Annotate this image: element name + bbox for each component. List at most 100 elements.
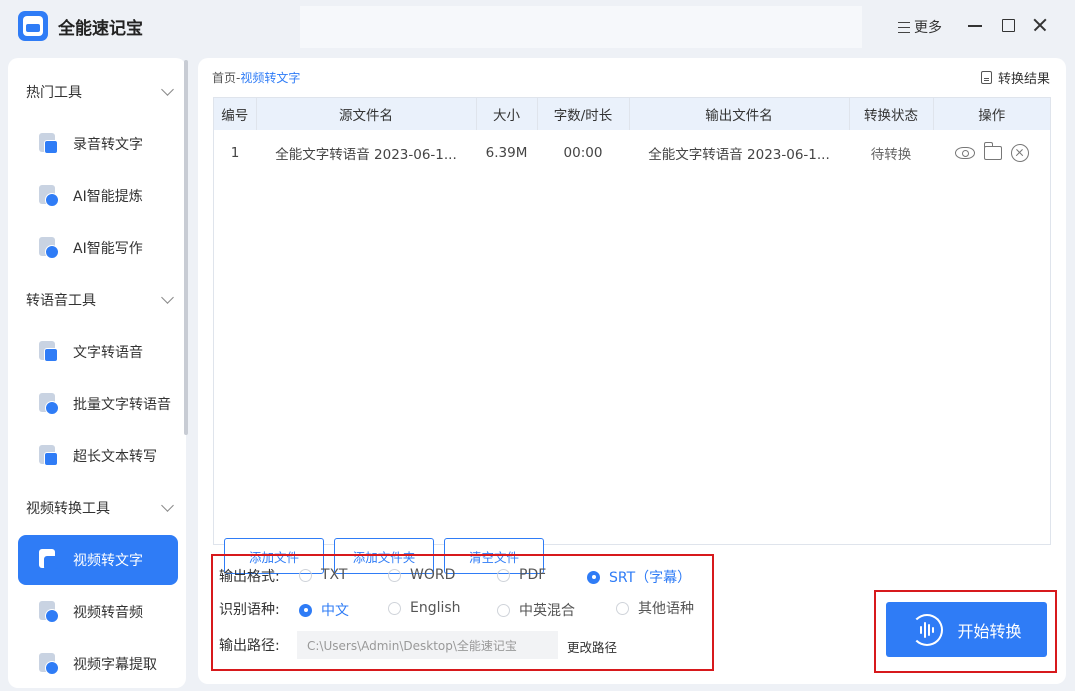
sidebar-group-hot-tools[interactable]: 热门工具 <box>26 80 176 104</box>
change-path-button[interactable]: 更改路径 <box>567 637 617 656</box>
minimize-button[interactable] <box>966 16 984 34</box>
ai-extract-icon <box>38 185 60 207</box>
sidebar-item-label: AI智能提炼 <box>73 189 143 205</box>
long-text-icon <box>38 445 60 467</box>
sidebar: 热门工具 录音转文字 AI智能提炼 AI智能写作 转语音工具 文字转语音 批量文… <box>8 58 186 688</box>
more-button[interactable]: 更多 <box>898 17 942 37</box>
sidebar-item-video-to-audio[interactable]: 视频转音频 <box>18 587 178 637</box>
radio-label: English <box>410 600 461 616</box>
sidebar-scrollbar[interactable] <box>184 60 188 435</box>
file-table: 编号 源文件名 大小 字数/时长 输出文件名 转换状态 操作 1 全能文字转语音… <box>213 97 1051 574</box>
radio-dot <box>497 603 510 617</box>
document-icon <box>980 71 992 84</box>
sound-wave-icon <box>911 613 944 646</box>
sidebar-item-label: 视频转文字 <box>73 553 143 569</box>
sidebar-group-label: 热门工具 <box>26 85 82 101</box>
language-radio-mixed[interactable]: 中英混合 <box>497 600 575 620</box>
sidebar-item-subtitle-extract[interactable]: 视频字幕提取 <box>18 639 178 688</box>
sidebar-item-label: AI智能写作 <box>73 241 143 257</box>
chevron-down-icon <box>161 291 174 304</box>
radio-dot <box>616 601 629 615</box>
app-logo-icon <box>18 11 48 41</box>
sidebar-item-video-to-text[interactable]: 视频转文字 <box>18 535 178 585</box>
header-duration: 字数/时长 <box>537 98 630 130</box>
table-header-row: 编号 源文件名 大小 字数/时长 输出文件名 转换状态 操作 <box>214 98 1050 130</box>
radio-label: 其他语种 <box>638 601 694 617</box>
sidebar-item-ai-extract[interactable]: AI智能提炼 <box>18 171 178 221</box>
sidebar-item-label: 视频转音频 <box>73 605 143 621</box>
radio-label: TXT <box>321 567 348 583</box>
breadcrumb-home[interactable]: 首页 <box>212 71 236 85</box>
conversion-options: 输出格式: TXT WORD PDF SRT（字幕） 识别语种: 中文 Engl… <box>211 554 714 671</box>
remove-circle-x-icon[interactable] <box>1010 144 1029 162</box>
start-button-highlight: 开始转换 <box>874 590 1057 673</box>
sidebar-group-tts-tools[interactable]: 转语音工具 <box>26 288 176 312</box>
sidebar-item-audio-to-text[interactable]: 录音转文字 <box>18 119 178 169</box>
format-radio-srt[interactable]: SRT（字幕） <box>587 567 691 587</box>
maximize-button[interactable] <box>999 16 1017 34</box>
cell-output: 全能文字转语音 2023-06-1... <box>648 147 830 163</box>
radio-label: 中文 <box>321 603 349 619</box>
language-radio-chinese[interactable]: 中文 <box>299 600 349 620</box>
start-conversion-button[interactable]: 开始转换 <box>886 602 1047 657</box>
sidebar-item-text-to-speech[interactable]: 文字转语音 <box>18 327 178 377</box>
preview-eye-icon[interactable] <box>954 147 975 159</box>
radio-dot <box>497 568 510 582</box>
close-window-button[interactable] <box>1031 16 1049 34</box>
chevron-down-icon <box>161 499 174 512</box>
video-to-text-icon <box>38 549 60 571</box>
sidebar-item-label: 超长文本转写 <box>73 449 157 465</box>
sidebar-item-long-text[interactable]: 超长文本转写 <box>18 431 178 481</box>
start-button-label: 开始转换 <box>957 621 1022 641</box>
header-actions: 操作 <box>978 108 1006 124</box>
language-radio-english[interactable]: English <box>388 600 461 616</box>
radio-label: SRT（字幕） <box>609 570 692 586</box>
radio-dot <box>299 568 312 582</box>
chevron-down-icon <box>161 83 174 96</box>
audio-to-text-icon <box>38 133 60 155</box>
subtitle-extract-icon <box>38 653 60 675</box>
header-output: 输出文件名 <box>629 98 850 130</box>
cell-no: 1 <box>230 145 240 161</box>
radio-dot <box>388 601 401 615</box>
header-source: 源文件名 <box>256 98 477 130</box>
table-row[interactable]: 1 全能文字转语音 2023-06-1... 6.39M 00:00 全能文字转… <box>214 130 1050 176</box>
cell-duration: 00:00 <box>563 145 603 161</box>
sidebar-item-label: 录音转文字 <box>73 137 143 153</box>
sidebar-group-label: 视频转换工具 <box>26 501 110 517</box>
text-to-speech-icon <box>38 341 60 363</box>
radio-label: 中英混合 <box>519 603 575 619</box>
format-label: 输出格式: <box>219 569 280 585</box>
conversion-results-link[interactable]: 转换结果 <box>980 68 1050 87</box>
sidebar-group-video-tools[interactable]: 视频转换工具 <box>26 496 176 520</box>
breadcrumb: 首页-视频转文字 <box>212 69 300 86</box>
cell-size: 6.39M <box>485 145 528 161</box>
ai-writing-icon <box>38 237 60 259</box>
path-label: 输出路径: <box>219 638 280 654</box>
conversion-results-label: 转换结果 <box>997 72 1050 87</box>
format-radio-pdf[interactable]: PDF <box>497 567 546 583</box>
sidebar-item-label: 文字转语音 <box>73 345 143 361</box>
more-label: 更多 <box>914 20 942 36</box>
title-drag-area[interactable] <box>300 6 862 48</box>
sidebar-item-ai-writing[interactable]: AI智能写作 <box>18 223 178 273</box>
format-radio-word[interactable]: WORD <box>388 567 455 583</box>
batch-tts-icon <box>38 393 60 415</box>
cell-source: 全能文字转语音 2023-06-1... <box>275 147 457 163</box>
radio-label: PDF <box>519 567 547 583</box>
header-no: 编号 <box>214 98 257 130</box>
radio-dot <box>299 603 312 617</box>
radio-dot <box>388 568 401 582</box>
sidebar-item-label: 视频字幕提取 <box>73 657 157 673</box>
video-to-audio-icon <box>38 601 60 623</box>
open-folder-icon[interactable] <box>983 142 1002 160</box>
language-radio-other[interactable]: 其他语种 <box>616 598 694 618</box>
menu-icon <box>898 21 910 33</box>
radio-label: WORD <box>410 567 456 583</box>
sidebar-item-batch-tts[interactable]: 批量文字转语音 <box>18 379 178 429</box>
cell-actions <box>933 130 1050 176</box>
output-path-input[interactable] <box>297 631 558 659</box>
header-size: 大小 <box>476 98 538 130</box>
breadcrumb-current: 视频转文字 <box>240 71 301 85</box>
format-radio-txt[interactable]: TXT <box>299 567 347 583</box>
